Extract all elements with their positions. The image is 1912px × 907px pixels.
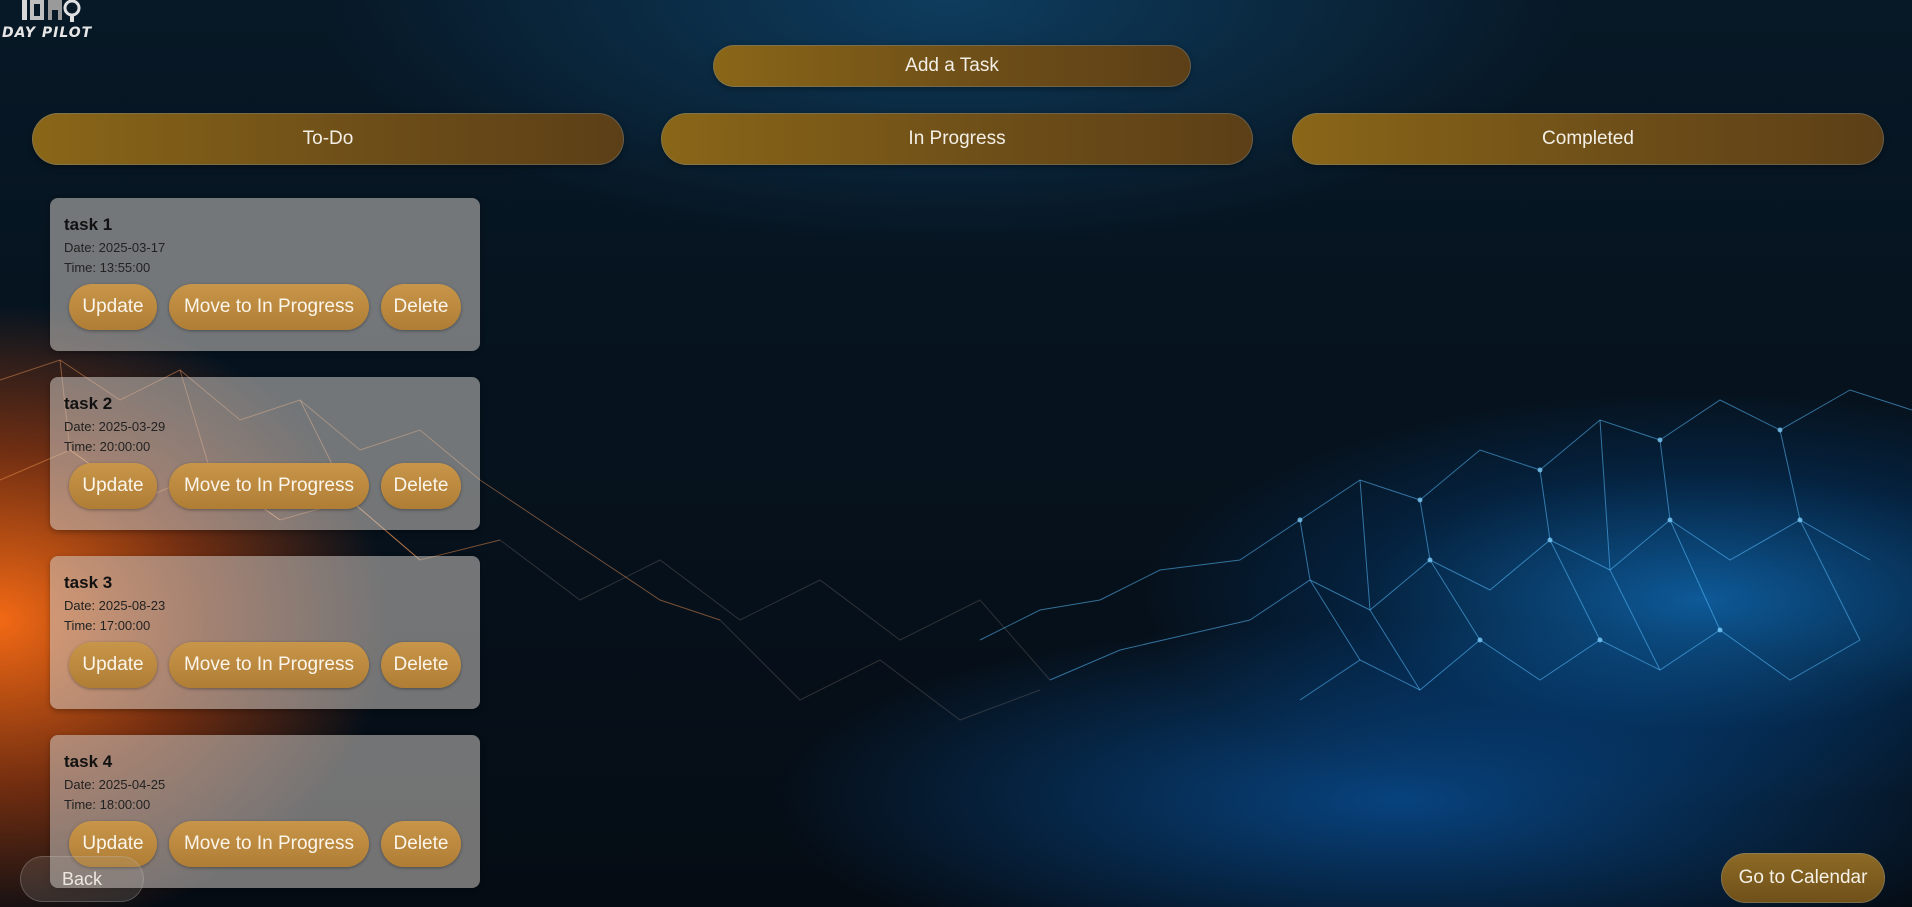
move-to-in-progress-button[interactable]: Move to In Progress (169, 821, 369, 867)
column-header-todo[interactable]: To-Do (32, 113, 624, 165)
column-header-in-progress[interactable]: In Progress (661, 113, 1253, 165)
task-time: Time: 18:00:00 (64, 797, 151, 812)
day-pilot-logo-icon (22, 0, 81, 22)
go-to-calendar-button[interactable]: Go to Calendar (1721, 853, 1885, 903)
task-card: task 2 Date: 2025-03-29 Time: 20:00:00 U… (50, 377, 480, 530)
add-task-button[interactable]: Add a Task (713, 45, 1191, 87)
delete-button[interactable]: Delete (381, 463, 461, 509)
logo-text: DAY PILOT (2, 25, 93, 41)
update-button[interactable]: Update (69, 642, 157, 688)
task-card: task 1 Date: 2025-03-17 Time: 13:55:00 U… (50, 198, 480, 351)
move-to-in-progress-button[interactable]: Move to In Progress (169, 463, 369, 509)
task-title: task 4 (64, 752, 113, 771)
task-title: task 2 (64, 394, 113, 413)
update-button[interactable]: Update (69, 284, 157, 330)
move-to-in-progress-button[interactable]: Move to In Progress (169, 284, 369, 330)
task-title: task 3 (64, 573, 113, 592)
column-header-completed[interactable]: Completed (1292, 113, 1884, 165)
delete-button[interactable]: Delete (381, 284, 461, 330)
day-pilot-logo: DAY PILOT (0, 0, 93, 46)
update-button[interactable]: Update (69, 463, 157, 509)
task-date: Date: 2025-03-29 (64, 419, 166, 434)
delete-button[interactable]: Delete (381, 821, 461, 867)
task-date: Date: 2025-08-23 (64, 598, 166, 613)
task-card: task 3 Date: 2025-08-23 Time: 17:00:00 U… (50, 556, 480, 709)
task-time: Time: 20:00:00 (64, 439, 151, 454)
task-date: Date: 2025-03-17 (64, 240, 166, 255)
task-date: Date: 2025-04-25 (64, 777, 166, 792)
delete-button[interactable]: Delete (381, 642, 461, 688)
move-to-in-progress-button[interactable]: Move to In Progress (169, 642, 369, 688)
task-time: Time: 17:00:00 (64, 618, 151, 633)
task-title: task 1 (64, 215, 113, 234)
back-button[interactable]: Back (20, 856, 144, 902)
task-time: Time: 13:55:00 (64, 260, 151, 275)
